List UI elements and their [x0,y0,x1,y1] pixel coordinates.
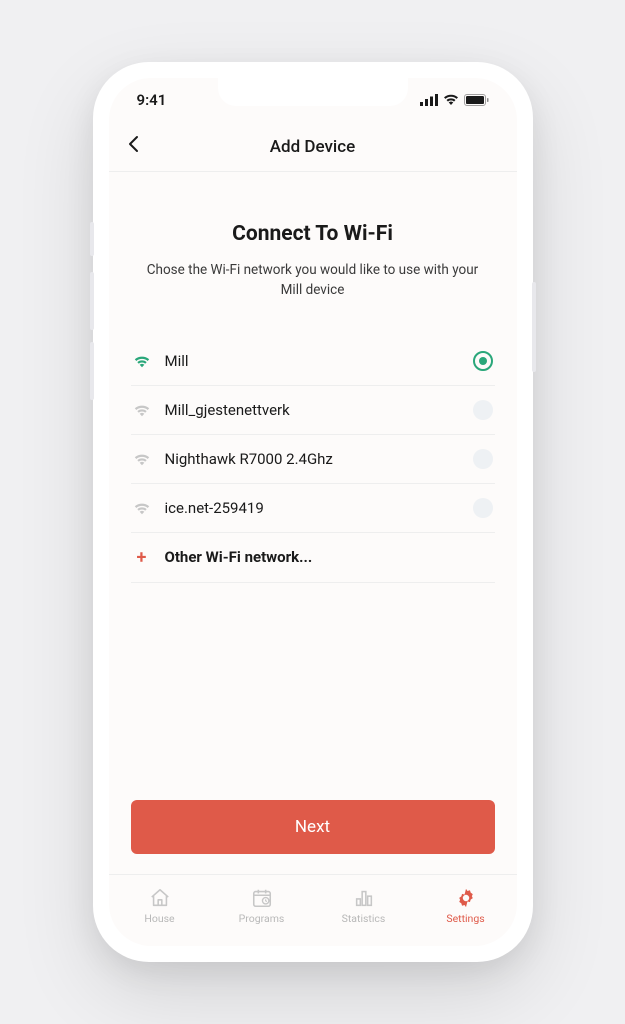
chart-icon [353,887,375,909]
tab-programs[interactable]: Programs [211,875,313,936]
screen: 9:41 Add Device Connect To Wi-Fi Chose t… [109,78,517,946]
tab-label: Statistics [342,912,386,925]
network-name: ice.net-259419 [165,499,459,517]
radio-unselected[interactable] [473,400,493,420]
next-button-label: Next [295,817,330,837]
network-name: Nighthawk R7000 2.4Ghz [165,450,459,468]
radio-unselected[interactable] [473,449,493,469]
status-time: 9:41 [137,91,167,109]
wifi-icon [133,401,151,419]
spacer [131,583,495,801]
network-row[interactable]: Mill_gjestenettverk [131,386,495,435]
network-row[interactable]: Nighthawk R7000 2.4Ghz [131,435,495,484]
radio-selected[interactable] [473,351,493,371]
other-network-label: Other Wi-Fi network... [165,548,313,566]
wifi-status-icon [443,94,459,106]
house-icon [149,887,171,909]
tab-label: House [144,912,174,925]
network-row[interactable]: Mill [131,337,495,386]
page-title: Add Device [270,137,356,157]
tab-settings[interactable]: Settings [415,875,517,936]
wifi-icon [133,352,151,370]
next-button[interactable]: Next [131,800,495,854]
plus-icon: + [133,547,151,568]
network-list: Mill Mill_gjestenettverk Nighthawk R7000 2… [131,337,495,533]
notch [218,78,408,106]
calendar-icon [251,887,273,909]
nav-header: Add Device [109,122,517,172]
heading: Connect To Wi-Fi [131,222,495,246]
radio-unselected[interactable] [473,498,493,518]
back-button[interactable] [127,134,139,159]
tab-label: Programs [239,912,285,925]
tab-label: Settings [446,912,484,925]
phone-frame: 9:41 Add Device Connect To Wi-Fi Chose t… [93,62,533,962]
wifi-icon [133,499,151,517]
side-button [90,342,94,400]
network-row[interactable]: ice.net-259419 [131,484,495,533]
chevron-left-icon [127,135,139,153]
tab-house[interactable]: House [109,875,211,936]
other-network-button[interactable]: + Other Wi-Fi network... [131,533,495,583]
network-name: Mill_gjestenettverk [165,401,459,419]
side-button [532,282,536,372]
gear-icon [455,887,477,909]
battery-icon [464,94,489,106]
cellular-icon [420,94,438,106]
side-button [90,222,94,256]
wifi-icon [133,450,151,468]
status-icons [420,94,489,106]
network-name: Mill [165,352,459,370]
content: Connect To Wi-Fi Chose the Wi-Fi network… [109,172,517,874]
subheading: Chose the Wi-Fi network you would like t… [131,260,495,301]
side-button [90,272,94,330]
tab-statistics[interactable]: Statistics [313,875,415,936]
tab-bar: House Programs Statistics Settings [109,874,517,946]
